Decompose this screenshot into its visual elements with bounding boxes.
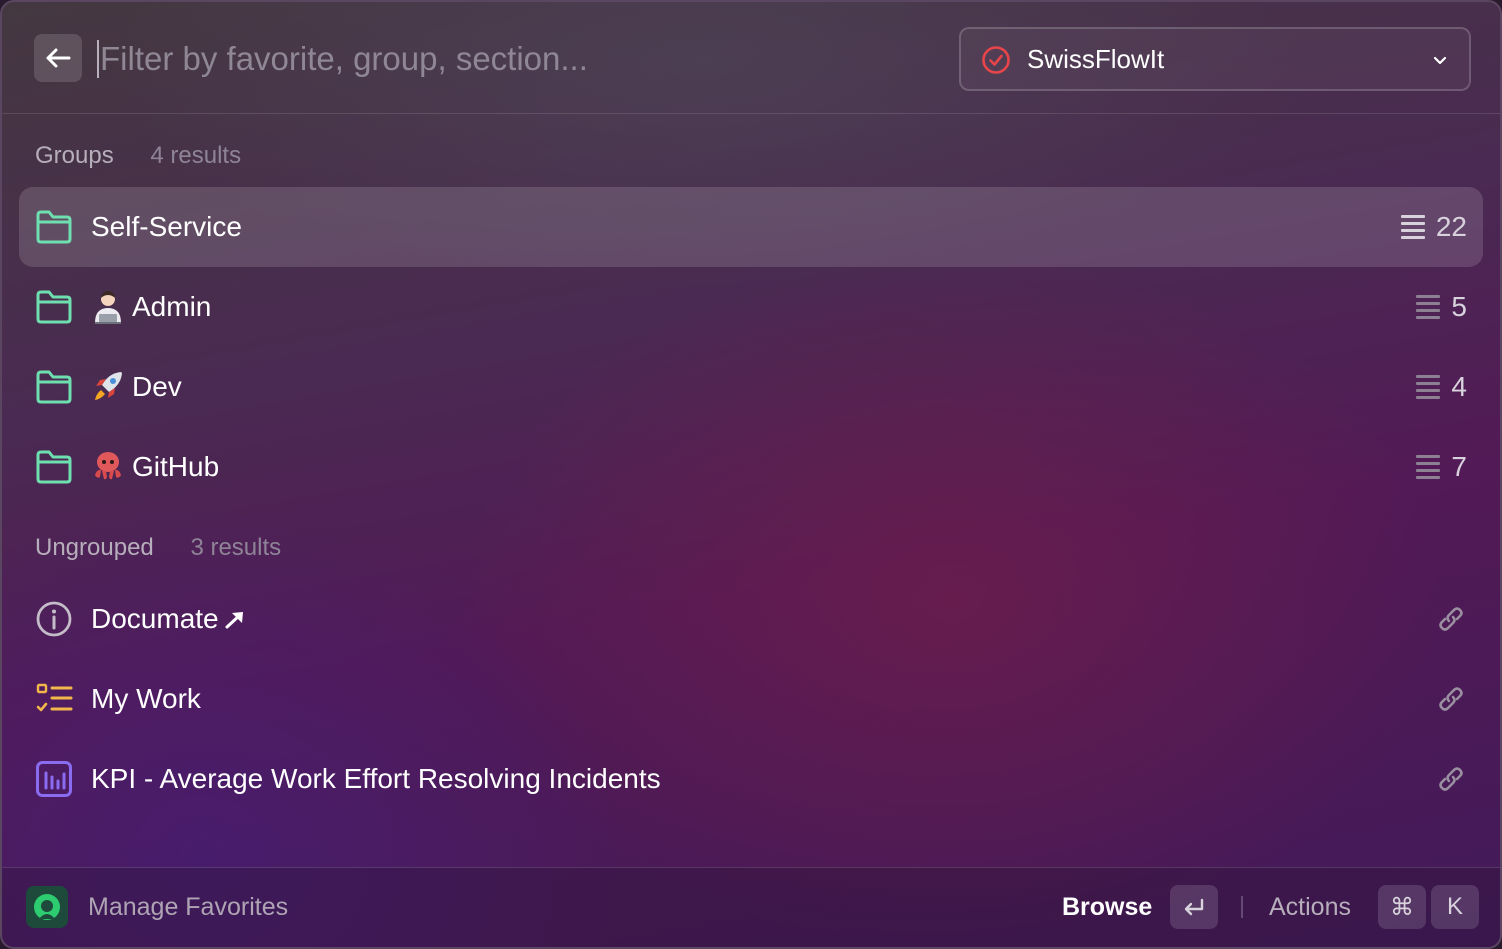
chevron-down-icon	[1433, 56, 1447, 65]
list-icon	[1416, 455, 1441, 479]
favorite-row-kpi[interactable]: KPI - Average Work Effort Resolving Inci…	[19, 739, 1483, 819]
item-count: 7	[1415, 449, 1467, 485]
group-label: GitHub	[132, 451, 220, 482]
organization-selector[interactable]: SwissFlowIt	[959, 27, 1471, 91]
group-row-dev[interactable]: Dev 4	[19, 347, 1483, 427]
brand-logo-icon	[34, 894, 60, 920]
palette-footer: Manage Favorites Browse Actions ⌘ K	[2, 867, 1500, 947]
item-count-value: 7	[1451, 451, 1467, 482]
enter-key-badge	[1170, 885, 1218, 929]
link-icon[interactable]	[1435, 763, 1467, 795]
browse-action-label[interactable]: Browse	[1062, 890, 1152, 924]
item-count: 4	[1415, 369, 1467, 405]
back-button[interactable]	[34, 34, 82, 82]
item-count-value: 5	[1451, 291, 1467, 322]
item-count-value: 4	[1451, 371, 1467, 402]
k-key-badge: K	[1431, 885, 1479, 929]
group-label: Self-Service	[91, 211, 242, 242]
link-icon[interactable]	[1435, 683, 1467, 715]
rocket-emoji	[91, 369, 125, 414]
list-icon	[1416, 375, 1441, 399]
organization-name: SwissFlowIt	[1027, 44, 1165, 74]
return-key-icon	[1184, 898, 1204, 916]
back-arrow-icon	[46, 48, 71, 68]
check-circle-icon	[982, 46, 1010, 74]
folder-icon	[36, 450, 72, 484]
ungrouped-section-header: Ungrouped 3 results	[35, 533, 281, 563]
footer-divider	[1241, 896, 1243, 918]
filter-search-input[interactable]	[100, 32, 940, 86]
octopus-emoji	[91, 449, 125, 494]
bar-chart-icon	[36, 761, 72, 797]
group-row-self-service[interactable]: Self-Service 22	[19, 187, 1483, 267]
item-count: 22	[1400, 209, 1467, 245]
folder-icon	[36, 290, 72, 324]
link-icon[interactable]	[1435, 603, 1467, 635]
manage-favorites-button[interactable]: Manage Favorites	[88, 890, 288, 924]
favorite-label: Documate	[91, 603, 219, 634]
app-logo	[26, 886, 68, 928]
favorite-row-my-work[interactable]: My Work	[19, 659, 1483, 739]
group-row-admin[interactable]: Admin 5	[19, 267, 1483, 347]
folder-icon	[36, 210, 72, 244]
list-icon	[1416, 295, 1441, 319]
palette-header: SwissFlowIt	[2, 2, 1500, 114]
favorites-palette-window: SwissFlowIt Groups 4 results Self-Servic…	[0, 0, 1502, 949]
section-title: Groups	[35, 142, 114, 169]
arrow-up-right-icon	[225, 612, 243, 629]
section-title: Ungrouped	[35, 534, 154, 561]
text-caret	[97, 40, 99, 78]
info-circle-icon	[36, 601, 72, 637]
group-label: Dev	[132, 371, 182, 402]
item-count: 5	[1415, 289, 1467, 325]
item-count-value: 22	[1435, 211, 1467, 242]
favorite-label: My Work	[91, 683, 201, 714]
actions-button[interactable]: Actions	[1269, 890, 1351, 924]
section-result-count: 3 results	[190, 534, 282, 561]
checklist-icon	[36, 683, 73, 712]
group-label: Admin	[132, 291, 212, 322]
list-icon	[1400, 215, 1425, 239]
favorite-row-documate[interactable]: Documate	[19, 579, 1483, 659]
group-row-github[interactable]: GitHub 7	[19, 427, 1483, 507]
command-key-badge: ⌘	[1378, 885, 1426, 929]
groups-section-header: Groups 4 results	[35, 141, 241, 171]
section-result-count: 4 results	[150, 142, 242, 169]
technologist-emoji	[91, 289, 125, 334]
folder-icon	[36, 370, 72, 404]
favorite-label: KPI - Average Work Effort Resolving Inci…	[91, 763, 661, 794]
